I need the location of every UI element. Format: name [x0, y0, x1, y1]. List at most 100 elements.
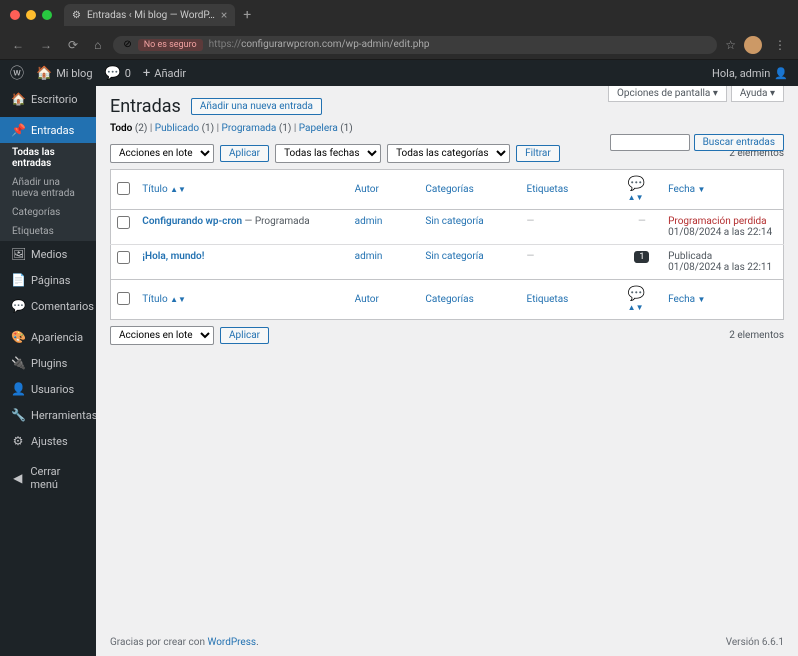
apply-bulk-button[interactable]: Aplicar	[220, 145, 269, 162]
avatar-icon: 👤	[774, 67, 788, 80]
col-author-foot: Autor	[349, 280, 420, 320]
filter-published[interactable]: Publicado	[155, 123, 199, 134]
add-new-link[interactable]: + Añadir	[143, 66, 186, 81]
appearance-icon: 🎨	[11, 330, 25, 344]
menu-pages[interactable]: 📄Páginas	[0, 267, 96, 293]
comments-link[interactable]: 💬 0	[105, 66, 131, 81]
back-button[interactable]: ←	[8, 36, 28, 54]
col-title-foot[interactable]: Título ▲▼	[136, 280, 348, 320]
tags-dash: —	[527, 216, 535, 227]
menu-comments[interactable]: 💬Comentarios	[0, 293, 96, 319]
screen-options-button[interactable]: Opciones de pantalla ▾	[608, 86, 727, 102]
plugins-icon: 🔌	[11, 356, 25, 370]
apply-bulk-button-bottom[interactable]: Aplicar	[220, 327, 269, 344]
comments-dash: —	[638, 216, 646, 227]
row-checkbox[interactable]	[117, 216, 130, 229]
sort-icon: ▼	[698, 295, 706, 304]
profile-avatar[interactable]	[744, 36, 762, 54]
submenu-all-posts[interactable]: Todas las entradas	[0, 143, 96, 173]
wordpress-link[interactable]: WordPress	[207, 637, 256, 648]
col-title[interactable]: Título ▲▼	[136, 170, 348, 210]
menu-users[interactable]: 👤Usuarios	[0, 376, 96, 402]
date-value: 01/08/2024 a las 22:11	[668, 262, 772, 273]
tools-icon: 🔧	[11, 408, 25, 422]
comment-count-badge[interactable]: 1	[634, 251, 649, 263]
submenu-categories[interactable]: Categorías	[0, 203, 96, 222]
sort-icon: ▲▼	[628, 193, 644, 202]
forward-button[interactable]: →	[36, 36, 56, 54]
date-value: 01/08/2024 a las 22:14	[668, 227, 772, 238]
menu-plugins[interactable]: 🔌Plugins	[0, 350, 96, 376]
col-author: Autor	[349, 170, 420, 210]
date-filter-select[interactable]: Todas las fechas	[275, 144, 381, 163]
filter-all[interactable]: Todo	[110, 123, 132, 134]
menu-settings[interactable]: ⚙Ajustes	[0, 428, 96, 454]
col-categories: Categorías	[419, 170, 520, 210]
menu-media[interactable]: 🖼Medios	[0, 241, 96, 267]
filter-scheduled[interactable]: Programada	[222, 123, 277, 134]
minimize-window[interactable]	[26, 10, 36, 20]
collapse-icon: ◀	[11, 471, 24, 485]
gear-icon: ⚙	[11, 434, 25, 448]
menu-dashboard[interactable]: 🏠Escritorio	[0, 86, 96, 112]
home-button[interactable]: ⌂	[90, 36, 105, 54]
bookmark-icon[interactable]: ☆	[725, 38, 736, 52]
select-all-checkbox-bottom[interactable]	[117, 292, 130, 305]
search-button[interactable]: Buscar entradas	[694, 134, 784, 151]
post-title-link[interactable]: ¡Hola, mundo!	[142, 251, 204, 262]
footer-thanks: Gracias por crear con WordPress.	[110, 637, 259, 648]
wp-logo-icon[interactable]: ⓦ	[10, 63, 24, 83]
menu-tools[interactable]: 🔧Herramientas	[0, 402, 96, 428]
users-icon: 👤	[11, 382, 25, 396]
search-box: Buscar entradas	[610, 134, 784, 151]
search-input[interactable]	[610, 134, 690, 151]
close-window[interactable]	[10, 10, 20, 20]
menu-icon[interactable]: ⋮	[770, 36, 790, 54]
submenu-tags[interactable]: Etiquetas	[0, 222, 96, 241]
post-status: — Programada	[242, 216, 310, 227]
posts-table: Título ▲▼ Autor Categorías Etiquetas 💬 ▲…	[110, 169, 784, 320]
col-tags-foot: Etiquetas	[521, 280, 622, 320]
user-greeting[interactable]: Hola, admin 👤	[712, 67, 788, 80]
select-all-checkbox[interactable]	[117, 182, 130, 195]
table-row: Configurando wp-cron — Programada admin …	[111, 210, 784, 245]
sort-icon: ▼	[698, 185, 706, 194]
admin-sidebar: 🏠Escritorio 📌Entradas Todas las entradas…	[0, 86, 96, 656]
plus-icon: +	[143, 66, 150, 81]
reload-button[interactable]: ⟳	[64, 36, 82, 54]
tablenav-bottom: Acciones en lote Aplicar 2 elementos	[96, 322, 798, 349]
new-tab-button[interactable]: +	[243, 7, 251, 23]
address-bar[interactable]: ⊘ No es seguro https://configurarwpcron.…	[113, 36, 717, 54]
site-name-link[interactable]: 🏠 Mi blog	[36, 66, 93, 81]
comment-header-icon: 💬	[628, 176, 645, 192]
col-comments[interactable]: 💬 ▲▼	[622, 170, 662, 210]
author-link[interactable]: admin	[355, 216, 383, 227]
add-new-button[interactable]: Añadir una nueva entrada	[191, 98, 322, 115]
col-comments-foot[interactable]: 💬 ▲▼	[622, 280, 662, 320]
post-title-link[interactable]: Configurando wp-cron	[142, 216, 242, 227]
category-link[interactable]: Sin categoría	[425, 216, 483, 227]
page-icon: 📄	[11, 273, 25, 287]
filter-button[interactable]: Filtrar	[516, 145, 560, 162]
filter-trash[interactable]: Papelera	[299, 123, 338, 134]
menu-collapse[interactable]: ◀Cerrar menú	[0, 459, 96, 497]
author-link[interactable]: admin	[355, 251, 383, 262]
category-link[interactable]: Sin categoría	[425, 251, 483, 262]
tab-favicon: ⚙	[72, 10, 81, 21]
maximize-window[interactable]	[42, 10, 52, 20]
bulk-actions-select[interactable]: Acciones en lote	[110, 144, 214, 163]
col-date[interactable]: Fecha ▼	[662, 170, 783, 210]
category-filter-select[interactable]: Todas las categorías	[387, 144, 510, 163]
help-button[interactable]: Ayuda ▾	[731, 86, 784, 102]
browser-tab[interactable]: ⚙ Entradas ‹ Mi blog — WordP… ×	[64, 4, 235, 26]
comment-icon: 💬	[105, 66, 121, 81]
row-checkbox[interactable]	[117, 251, 130, 264]
date-status-missed: Programación perdida	[668, 216, 767, 227]
bulk-actions-select-bottom[interactable]: Acciones en lote	[110, 326, 214, 345]
menu-posts[interactable]: 📌Entradas	[0, 117, 96, 143]
submenu-add-post[interactable]: Añadir una nueva entrada	[0, 173, 96, 203]
col-date-foot[interactable]: Fecha ▼	[662, 280, 783, 320]
window-controls	[10, 10, 52, 20]
close-tab-icon[interactable]: ×	[221, 8, 227, 22]
menu-appearance[interactable]: 🎨Apariencia	[0, 324, 96, 350]
